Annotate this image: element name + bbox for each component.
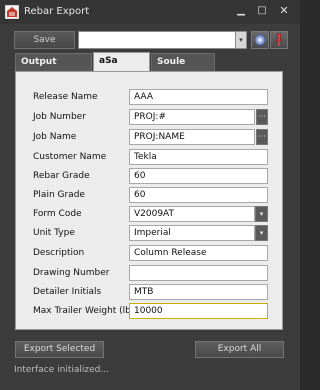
tab-output-options[interactable]: Output Options: [15, 53, 92, 84]
title-bar[interactable]: Rebar Export ▁ □ ✕: [0, 0, 300, 24]
form-code-select[interactable]: V2009AT: [129, 206, 255, 222]
tab-soule-header[interactable]: Soule Header: [151, 53, 215, 84]
tab-strip: Output Options aSa Header Soule Header: [0, 52, 300, 84]
toolbar: Save ▾: [0, 24, 300, 52]
unit-type-label: Unit Type: [33, 228, 75, 238]
plain-grade-label: Plain Grade: [33, 190, 85, 200]
gear-icon: [254, 34, 266, 46]
status-text: Interface initialized...: [14, 365, 109, 375]
job-number-browse-button[interactable]: ···: [256, 109, 268, 125]
export-selected-button[interactable]: Export Selected: [15, 341, 104, 358]
form-row-max-trailer-weight: Max Trailer Weight (lbs) 10000: [16, 303, 284, 320]
load-settings-button[interactable]: [251, 31, 269, 49]
form-row-release-name: Release Name AAA: [16, 89, 284, 106]
form-row-form-code: Form Code V2009AT ▾: [16, 206, 284, 223]
form-row-description: Description Column Release: [16, 245, 284, 262]
form-row-job-name: Job Name PROJ:NAME ···: [16, 129, 284, 146]
window-title: Rebar Export: [24, 6, 90, 17]
rebar-grade-label: Rebar Grade: [33, 171, 90, 181]
form-row-job-number: Job Number PROJ:# ···: [16, 109, 284, 126]
rebar-app-icon: [5, 5, 19, 19]
customer-name-label: Customer Name: [33, 152, 107, 162]
minimize-button[interactable]: ▁: [233, 4, 249, 18]
maximize-button[interactable]: □: [254, 4, 270, 18]
drawing-number-label: Drawing Number: [33, 268, 110, 278]
max-trailer-weight-label: Max Trailer Weight (lbs): [33, 306, 140, 316]
settings-dropdown-button[interactable]: ▾: [236, 31, 247, 49]
form-code-dropdown-button[interactable]: ▾: [255, 206, 268, 222]
export-all-button[interactable]: Export All: [195, 341, 284, 358]
save-button[interactable]: Save: [14, 31, 75, 49]
unit-type-dropdown-button[interactable]: ▾: [255, 225, 268, 241]
detailer-initials-input[interactable]: MTB: [129, 284, 268, 300]
release-name-label: Release Name: [33, 92, 98, 102]
job-name-label: Job Name: [33, 132, 77, 142]
description-input[interactable]: Column Release: [129, 245, 268, 261]
detailer-initials-label: Detailer Initials: [33, 287, 102, 297]
form-row-detailer-initials: Detailer Initials MTB: [16, 284, 284, 301]
form-row-rebar-grade: Rebar Grade 60: [16, 168, 284, 185]
tab-asa-header[interactable]: aSa Header: [93, 52, 150, 83]
form-row-unit-type: Unit Type Imperial ▾: [16, 225, 284, 242]
customer-name-input[interactable]: Tekla: [129, 149, 268, 165]
plain-grade-input[interactable]: 60: [129, 187, 268, 203]
asa-header-panel: Release Name AAA Job Number PROJ:# ··· J…: [15, 71, 283, 330]
job-number-input[interactable]: PROJ:#: [129, 109, 255, 125]
form-row-plain-grade: Plain Grade 60: [16, 187, 284, 204]
rebar-export-window: Rebar Export ▁ □ ✕ Save ▾ Output Options…: [0, 0, 300, 390]
form-code-label: Form Code: [33, 209, 82, 219]
form-row-customer-name: Customer Name Tekla: [16, 149, 284, 166]
job-number-label: Job Number: [33, 112, 86, 122]
job-name-input[interactable]: PROJ:NAME: [129, 129, 255, 145]
pin-icon: [275, 33, 283, 46]
pin-button[interactable]: [270, 31, 288, 49]
release-name-input[interactable]: AAA: [129, 89, 268, 105]
unit-type-select[interactable]: Imperial: [129, 225, 255, 241]
status-bar: Interface initialized...: [0, 364, 300, 390]
drawing-number-input[interactable]: [129, 265, 268, 281]
description-label: Description: [33, 248, 85, 258]
close-button[interactable]: ✕: [276, 4, 292, 18]
form-row-drawing-number: Drawing Number: [16, 265, 284, 282]
job-name-browse-button[interactable]: ···: [256, 129, 268, 145]
max-trailer-weight-input[interactable]: 10000: [129, 303, 268, 319]
settings-name-input[interactable]: [78, 31, 236, 49]
rebar-grade-input[interactable]: 60: [129, 168, 268, 184]
